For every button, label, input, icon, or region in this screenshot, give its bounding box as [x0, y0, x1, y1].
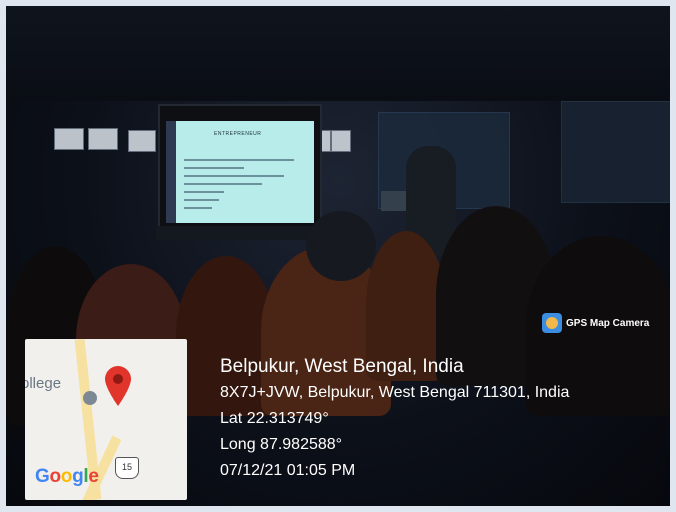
latitude: Lat 22.313749°: [220, 410, 329, 427]
photo-frame: ENTREPRENEUR GPS Map Camera ollege 15 Go…: [6, 6, 670, 506]
slide-line: [184, 159, 294, 161]
projector-screen: ENTREPRENEUR: [158, 104, 322, 230]
wall-window: [54, 128, 84, 150]
wall-window: [331, 130, 351, 152]
slide-side-bar: [166, 121, 176, 223]
wall-window: [128, 130, 156, 152]
slide-heading: ENTREPRENEUR: [214, 131, 262, 137]
projected-slide: ENTREPRENEUR: [166, 121, 314, 223]
location-map-thumbnail: ollege 15 Google: [25, 339, 187, 500]
ceiling: [6, 6, 670, 101]
map-place-label: ollege: [25, 375, 62, 392]
slide-line: [184, 175, 284, 177]
highway-shield: 15: [115, 457, 139, 479]
slide-line: [184, 167, 244, 169]
location-info: Belpukur, West Bengal, India 8X7J+JVW, B…: [220, 355, 569, 482]
longitude: Long 87.982588°: [220, 436, 343, 453]
timestamp: 07/12/21 01:05 PM: [220, 462, 356, 479]
gps-camera-badge: GPS Map Camera: [542, 313, 649, 333]
location-pin-icon: [105, 366, 131, 406]
slide-line: [184, 199, 219, 201]
right-wall-panel: [561, 101, 670, 203]
school-poi-icon: [83, 391, 97, 405]
google-logo: Google: [35, 466, 99, 487]
place-name: Belpukur, West Bengal, India: [220, 356, 464, 377]
address: 8X7J+JVW, Belpukur, West Bengal 711301, …: [220, 384, 570, 401]
audience-head: [306, 211, 376, 281]
badge-label: GPS Map Camera: [566, 317, 650, 329]
camera-pin-icon: [542, 313, 562, 333]
slide-line: [184, 191, 224, 193]
slide-line: [184, 183, 262, 185]
screen-base: [156, 226, 326, 240]
slide-line: [184, 207, 212, 209]
wall-window: [88, 128, 118, 150]
